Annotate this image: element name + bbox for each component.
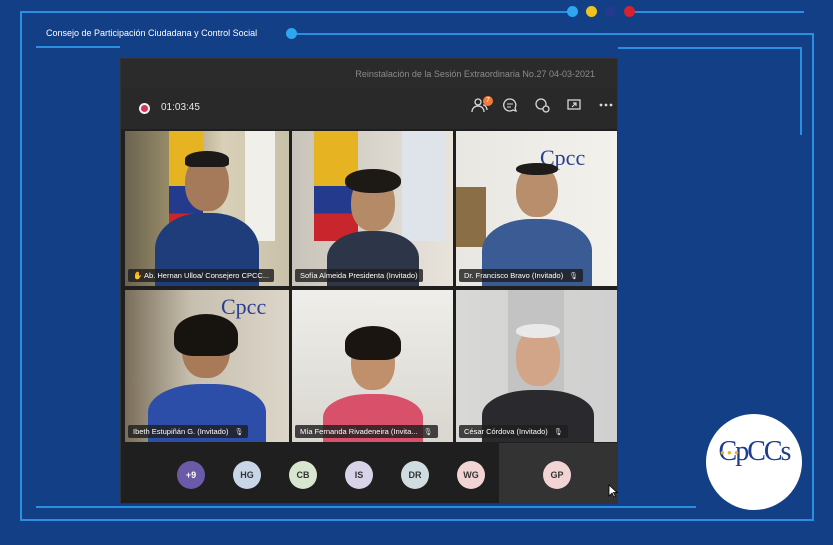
participants-icon[interactable]: 7 bbox=[469, 96, 493, 119]
participant-avatar-row: +9 HG CB IS DR WG GP bbox=[121, 443, 617, 503]
avatar-is[interactable]: IS bbox=[345, 461, 373, 489]
participant-name: Ibeth Estupiñán G. (Invitado) bbox=[133, 427, 229, 436]
avatar-dr[interactable]: DR bbox=[401, 461, 429, 489]
frame-header-line bbox=[296, 33, 814, 35]
frame-right-line bbox=[800, 47, 802, 135]
participants-count-badge: 7 bbox=[483, 96, 493, 106]
video-tile[interactable]: César Córdova (Invitado) 🎙 bbox=[456, 290, 617, 442]
meeting-timer: 01:03:45 bbox=[161, 102, 200, 113]
avatar-cb[interactable]: CB bbox=[289, 461, 317, 489]
participant-figure bbox=[472, 290, 602, 442]
participant-figure bbox=[147, 131, 267, 286]
participant-figure bbox=[472, 131, 602, 286]
participant-name-tag: Mía Fernanda Rivadeneira (Invita... 🎙 bbox=[295, 425, 438, 438]
window-title: Reinstalación de la Sesión Extraordinari… bbox=[121, 59, 617, 87]
video-tile[interactable]: ✋ Ab. Hernan Ulloa/ Consejero CPCC... bbox=[125, 131, 289, 286]
frame-inner-left-line bbox=[36, 46, 120, 48]
reactions-icon[interactable] bbox=[531, 97, 553, 119]
header-node-dot bbox=[286, 28, 297, 39]
avatar-gp[interactable]: GP bbox=[543, 461, 571, 489]
video-tile[interactable]: Sofía Almeida Presidenta (Invitado) bbox=[292, 131, 453, 286]
meeting-toolbar: 01:03:45 7 bbox=[121, 87, 617, 129]
brand-dot-navy bbox=[605, 6, 616, 17]
chat-icon[interactable] bbox=[499, 97, 521, 119]
more-options-icon[interactable] bbox=[595, 97, 617, 119]
participant-figure bbox=[313, 290, 433, 442]
video-tile[interactable]: Cpcc Ibeth Estupiñán G. (Invitado) 🎙 bbox=[125, 290, 289, 442]
raised-hand-icon: ✋ bbox=[133, 271, 143, 280]
brand-dot-yellow bbox=[586, 6, 597, 17]
mic-muted-icon: 🎙 bbox=[569, 273, 579, 280]
video-tile[interactable]: Mía Fernanda Rivadeneira (Invita... 🎙 bbox=[292, 290, 453, 442]
participant-name: Dr. Francisco Bravo (Invitado) bbox=[464, 271, 564, 280]
organization-title: Consejo de Participación Ciudadana y Con… bbox=[46, 28, 258, 38]
participant-name-tag: Dr. Francisco Bravo (Invitado) 🎙 bbox=[459, 269, 584, 282]
participant-figure bbox=[142, 290, 272, 442]
participant-name: Mía Fernanda Rivadeneira (Invita... bbox=[300, 427, 418, 436]
participant-name-tag: Sofía Almeida Presidenta (Invitado) bbox=[295, 269, 423, 282]
participant-name: Ab. Hernan Ulloa/ Consejero CPCC... bbox=[144, 271, 270, 280]
avatar-hg[interactable]: HG bbox=[233, 461, 261, 489]
mic-muted-icon: 🎙 bbox=[234, 429, 244, 436]
video-tile[interactable]: Cpcc Dr. Francisco Bravo (Invitado) 🎙 bbox=[456, 131, 617, 286]
mic-muted-icon: 🎙 bbox=[553, 429, 563, 436]
participant-name: César Córdova (Invitado) bbox=[464, 427, 548, 436]
cpccs-logo: CpCCs ● ● ● bbox=[706, 414, 802, 510]
participant-name-tag: Ibeth Estupiñán G. (Invitado) 🎙 bbox=[128, 425, 249, 438]
brand-dot-blue bbox=[567, 6, 578, 17]
recording-indicator-icon bbox=[139, 103, 150, 114]
avatar-wg[interactable]: WG bbox=[457, 461, 485, 489]
frame-inner-top-right bbox=[618, 47, 802, 49]
share-screen-icon[interactable] bbox=[563, 97, 585, 119]
logo-dots-graphic: ● ● ● bbox=[720, 448, 739, 457]
participant-name-tag: César Córdova (Invitado) 🎙 bbox=[459, 425, 568, 438]
meeting-window: Reinstalación de la Sesión Extraordinari… bbox=[120, 58, 618, 504]
avatar-overflow-count[interactable]: +9 bbox=[177, 461, 205, 489]
frame-bottom-line bbox=[20, 519, 814, 521]
frame-right-long-line bbox=[812, 33, 814, 521]
participant-figure bbox=[313, 131, 433, 286]
participant-name-tag: ✋ Ab. Hernan Ulloa/ Consejero CPCC... bbox=[128, 269, 275, 282]
mic-muted-icon: 🎙 bbox=[423, 429, 433, 436]
frame-inner-bottom bbox=[36, 506, 696, 508]
mouse-cursor-icon bbox=[608, 484, 618, 498]
participant-name: Sofía Almeida Presidenta (Invitado) bbox=[300, 271, 418, 280]
frame-top-right-line bbox=[634, 11, 804, 13]
frame-left-line bbox=[20, 11, 22, 519]
frame-top-line bbox=[20, 11, 568, 13]
brand-dot-red bbox=[624, 6, 635, 17]
video-grid: ✋ Ab. Hernan Ulloa/ Consejero CPCC... So… bbox=[125, 131, 617, 443]
